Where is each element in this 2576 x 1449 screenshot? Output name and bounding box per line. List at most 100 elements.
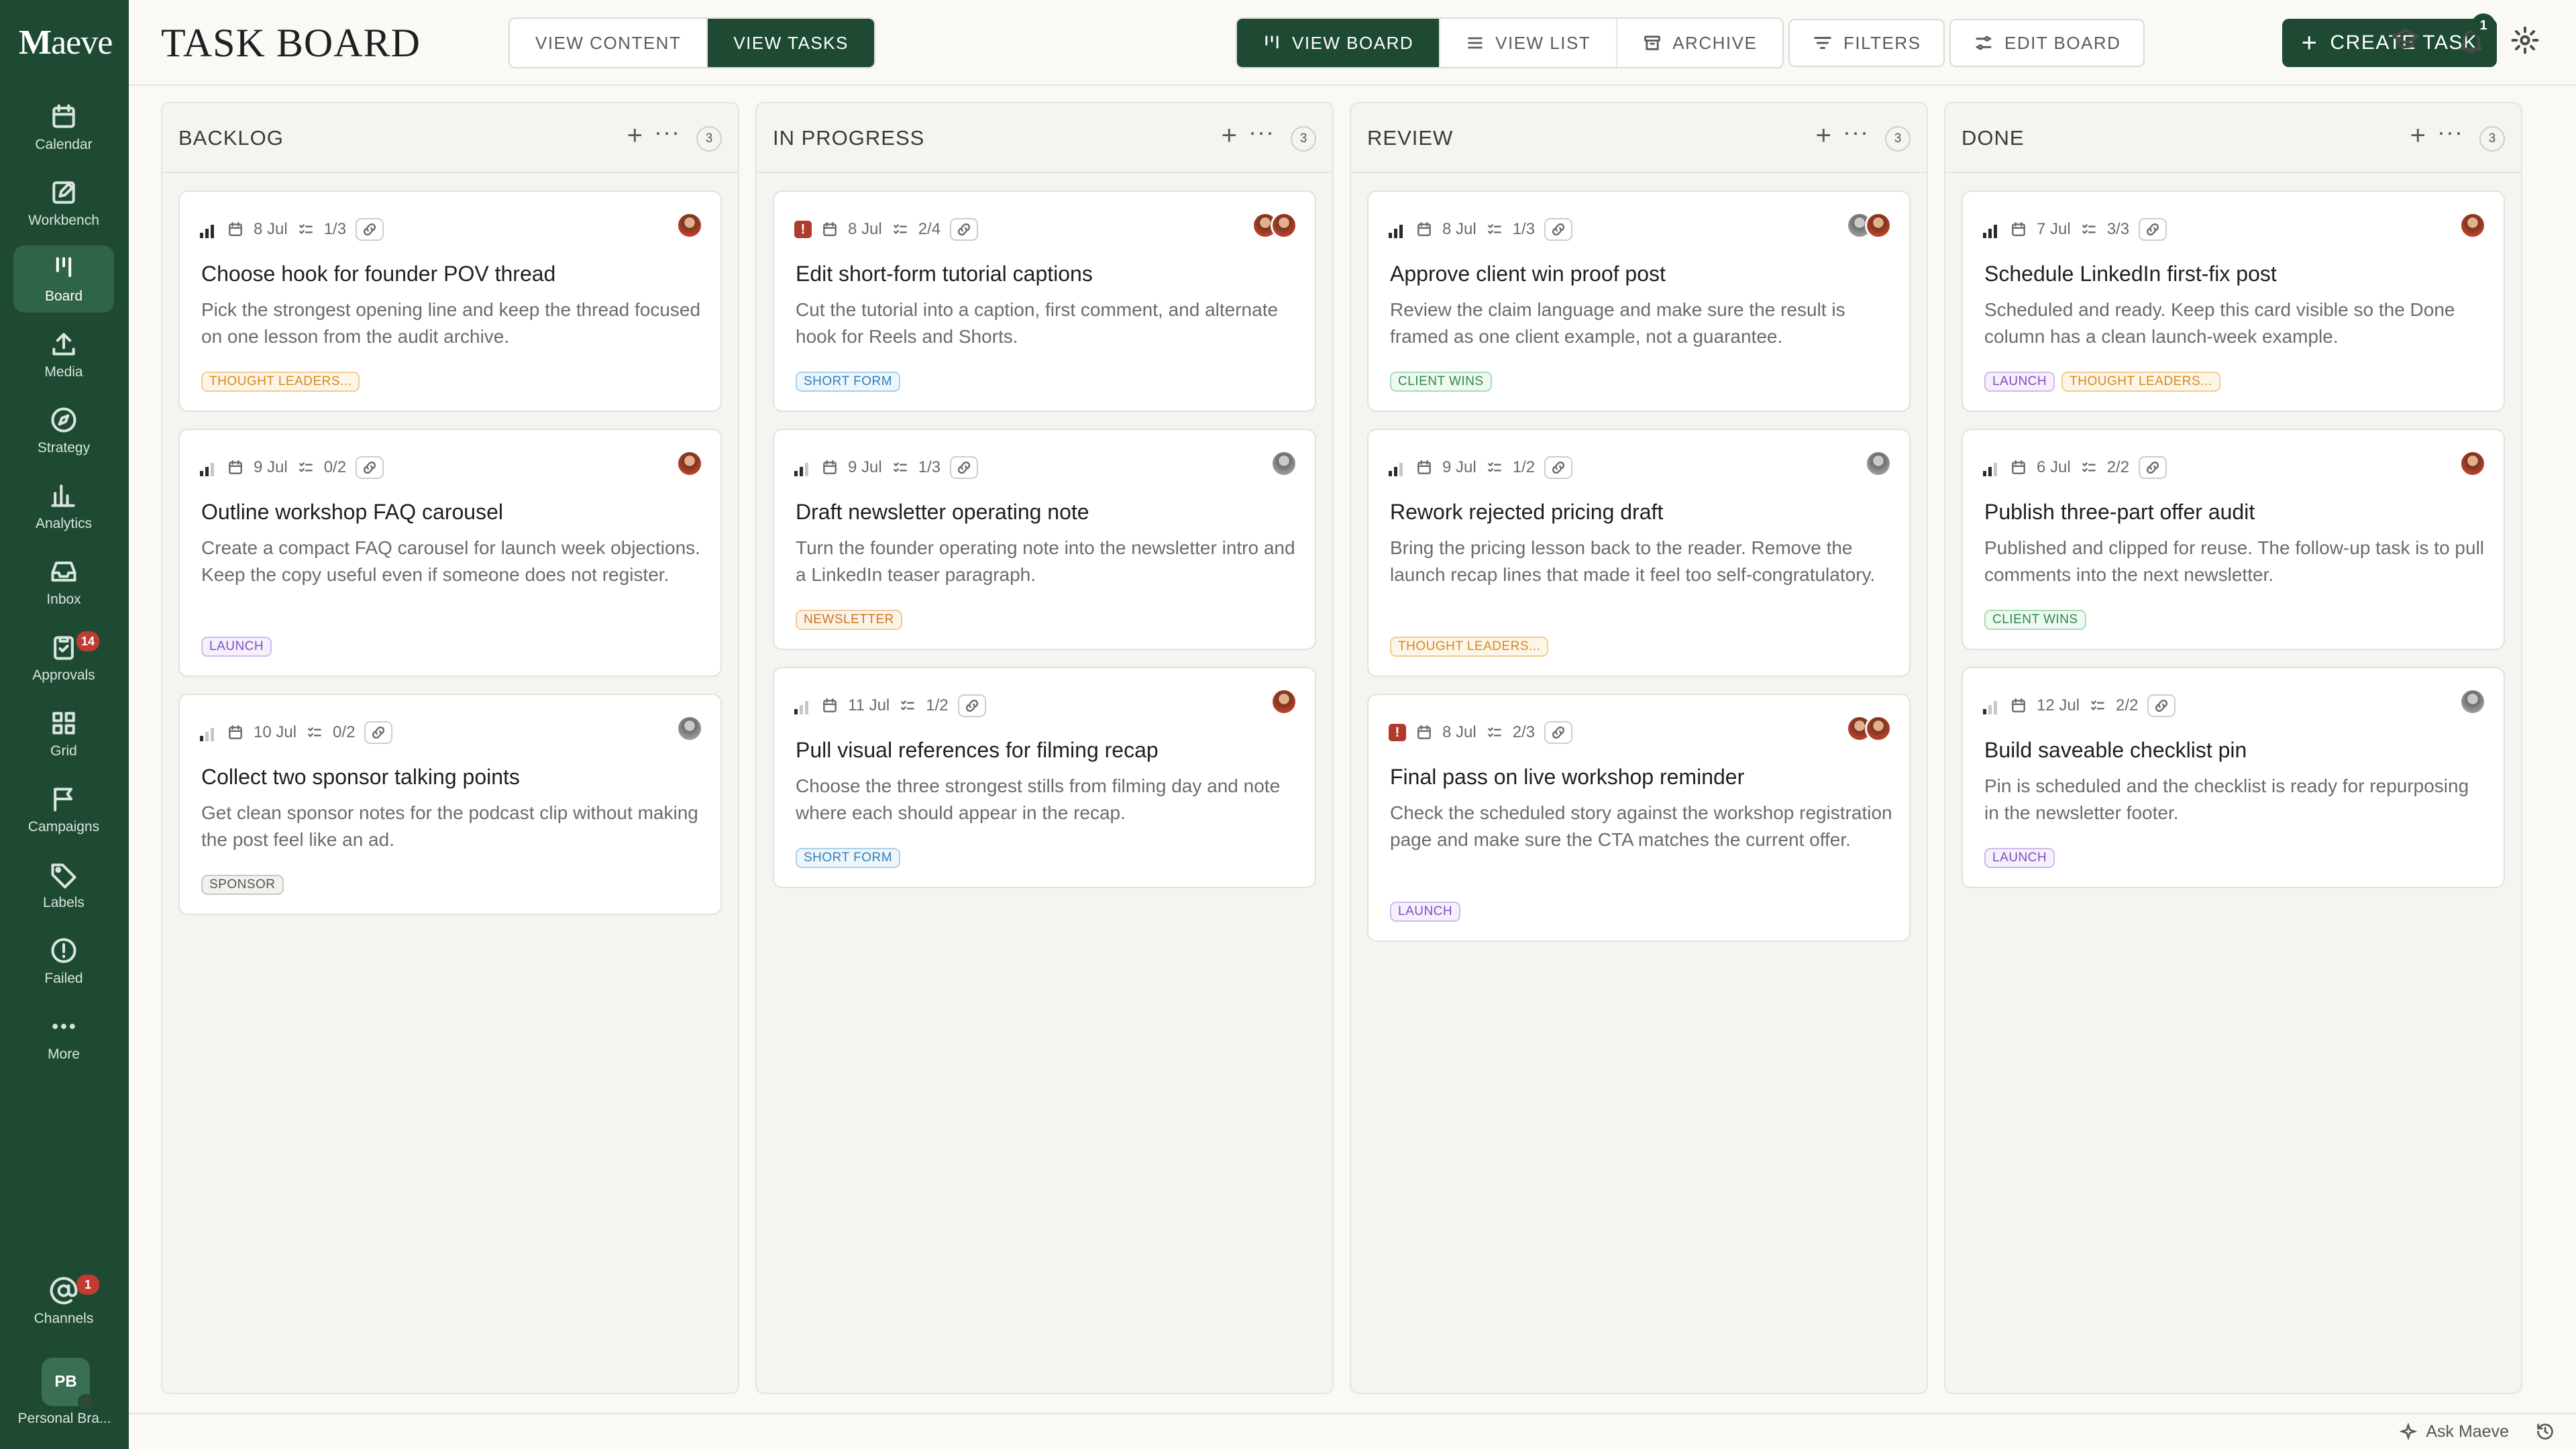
sidebar-item-labels[interactable]: Labels xyxy=(13,852,114,919)
history-button[interactable] xyxy=(2536,1422,2555,1444)
label-tag[interactable]: SHORT FORM xyxy=(796,848,901,868)
ask-maeve-button[interactable]: Ask Maeve xyxy=(2399,1422,2509,1442)
settings-button[interactable] xyxy=(2510,25,2545,60)
link-button[interactable] xyxy=(950,456,979,479)
calendar-icon xyxy=(1417,725,1431,739)
assignee-avatar[interactable] xyxy=(676,450,703,477)
checklist-icon xyxy=(2082,462,2096,472)
sidebar-item-channels[interactable]: Channels 1 xyxy=(13,1268,114,1335)
label-tag[interactable]: LAUNCH xyxy=(1984,848,2055,868)
assignee-avatar[interactable] xyxy=(2459,212,2486,239)
task-card[interactable]: 9 Jul 0/2 Outline workshop FAQ carousel … xyxy=(178,429,722,677)
task-card[interactable]: 8 Jul 1/3 Approve client win proof post … xyxy=(1367,191,1911,412)
approvals-badge: 14 xyxy=(76,631,99,651)
app-logo[interactable]: Maeve xyxy=(19,23,113,62)
filters-button[interactable]: FILTERS xyxy=(1788,19,1945,67)
assignee-avatar[interactable] xyxy=(2459,688,2486,715)
sidebar-item-analytics[interactable]: Analytics xyxy=(13,473,114,540)
sidebar-item-workbench[interactable]: Workbench xyxy=(13,170,114,237)
assignee-avatar[interactable] xyxy=(1271,212,1297,239)
sidebar-item-label: More xyxy=(48,1046,80,1062)
column-menu-button[interactable]: ··· xyxy=(2437,118,2463,146)
link-icon xyxy=(364,223,376,236)
label-tag[interactable]: LAUNCH xyxy=(1984,372,2055,392)
sidebar-item-board[interactable]: Board xyxy=(13,246,114,313)
task-card[interactable]: 8 Jul 1/3 Choose hook for founder POV th… xyxy=(178,191,722,412)
link-icon xyxy=(1552,726,1565,739)
sidebar-item-strategy[interactable]: Strategy xyxy=(13,397,114,464)
learn-button[interactable] xyxy=(2391,25,2426,60)
link-button[interactable] xyxy=(1544,218,1573,241)
archive-button[interactable]: ARCHIVE xyxy=(1617,19,1782,67)
due-date: 8 Jul xyxy=(848,220,882,238)
add-card-button[interactable]: + xyxy=(2410,122,2426,149)
link-button[interactable] xyxy=(1544,721,1573,744)
link-button[interactable] xyxy=(356,218,384,241)
assignee-avatar[interactable] xyxy=(1271,688,1297,715)
link-button[interactable] xyxy=(2139,456,2167,479)
label-tag[interactable]: CLIENT WINS xyxy=(1390,372,1492,392)
card-description: Review the claim language and make sure … xyxy=(1390,299,1845,347)
assignee-avatar[interactable] xyxy=(2459,450,2486,477)
label-tag[interactable]: CLIENT WINS xyxy=(1984,610,2086,630)
task-card[interactable]: ! 8 Jul 2/3 Final pass on live workshop … xyxy=(1367,694,1911,942)
task-card[interactable]: 7 Jul 3/3 Schedule LinkedIn first-fix po… xyxy=(1962,191,2505,412)
label-tag[interactable]: LAUNCH xyxy=(201,637,272,657)
link-button[interactable] xyxy=(1544,456,1573,479)
flag-icon xyxy=(54,788,73,812)
profile-avatar[interactable]: PB xyxy=(42,1358,94,1410)
checklist-progress: 0/2 xyxy=(333,723,356,741)
link-button[interactable] xyxy=(950,218,979,241)
add-card-button[interactable]: + xyxy=(627,122,643,149)
sidebar-item-more[interactable]: More xyxy=(13,1004,114,1071)
sidebar-item-inbox[interactable]: Inbox xyxy=(13,549,114,616)
label-tag[interactable]: THOUGHT LEADERS... xyxy=(201,372,360,392)
assignee-avatar[interactable] xyxy=(1865,450,1892,477)
label-tag[interactable]: THOUGHT LEADERS... xyxy=(1390,637,1549,657)
sidebar-item-grid[interactable]: Grid xyxy=(13,700,114,767)
view-tasks-button[interactable]: VIEW TASKS xyxy=(708,19,874,67)
label-tag[interactable]: THOUGHT LEADERS... xyxy=(2061,372,2220,392)
view-board-button[interactable]: VIEW BOARD xyxy=(1237,19,1441,67)
view-list-button[interactable]: VIEW LIST xyxy=(1440,19,1618,67)
link-button[interactable] xyxy=(2147,694,2176,717)
label-tag[interactable]: NEWSLETTER xyxy=(796,610,902,630)
label-tag[interactable]: SPONSOR xyxy=(201,875,284,895)
sidebar-item-label: Strategy xyxy=(37,440,91,455)
edit-board-button[interactable]: EDIT BOARD xyxy=(1949,19,2145,67)
column-menu-button[interactable]: ··· xyxy=(1843,118,1869,146)
task-card[interactable]: 11 Jul 1/2 Pull visual references for fi… xyxy=(773,667,1316,888)
link-button[interactable] xyxy=(2139,218,2167,241)
assignee-avatar[interactable] xyxy=(1271,450,1297,477)
task-card[interactable]: 6 Jul 2/2 Publish three-part offer audit… xyxy=(1962,429,2505,650)
assignee-avatar[interactable] xyxy=(676,212,703,239)
column-header: IN PROGRESS + ··· 3 xyxy=(757,103,1332,173)
assignee-avatar[interactable] xyxy=(1865,212,1892,239)
sidebar-item-campaigns[interactable]: Campaigns xyxy=(13,776,114,843)
assignee-avatar[interactable] xyxy=(676,715,703,742)
label-tag[interactable]: LAUNCH xyxy=(1390,902,1461,922)
link-button[interactable] xyxy=(957,694,986,717)
add-card-button[interactable]: + xyxy=(1816,122,1831,149)
label-tag[interactable]: SHORT FORM xyxy=(796,372,901,392)
sidebar-item-calendar[interactable]: Calendar xyxy=(13,94,114,161)
sidebar-item-media[interactable]: Media xyxy=(13,321,114,388)
sidebar-item-failed[interactable]: Failed xyxy=(13,928,114,995)
column-menu-button[interactable]: ··· xyxy=(654,118,680,146)
task-card[interactable]: 10 Jul 0/2 Collect two sponsor talking p… xyxy=(178,694,722,915)
card-meta: 6 Jul 2/2 xyxy=(1983,454,2167,481)
view-content-button[interactable]: VIEW CONTENT xyxy=(510,19,708,67)
sidebar-item-approvals[interactable]: Approvals 14 xyxy=(13,625,114,692)
task-card[interactable]: 9 Jul 1/3 Draft newsletter operating not… xyxy=(773,429,1316,650)
task-card[interactable]: 12 Jul 2/2 Build saveable checklist pin … xyxy=(1962,667,2505,888)
link-button[interactable] xyxy=(356,456,384,479)
notifications-button[interactable]: 1 xyxy=(2457,13,2496,60)
column-menu-button[interactable]: ··· xyxy=(1248,118,1275,146)
sidebar-item-label: Channels xyxy=(34,1311,94,1326)
task-card[interactable]: ! 8 Jul 2/4 Edit short-form tutorial cap… xyxy=(773,191,1316,412)
assignee-avatar[interactable] xyxy=(1865,715,1892,742)
task-card[interactable]: 9 Jul 1/2 Rework rejected pricing draft … xyxy=(1367,429,1911,677)
sidebar-item-label: Inbox xyxy=(46,592,81,607)
link-button[interactable] xyxy=(364,721,393,744)
add-card-button[interactable]: + xyxy=(1222,122,1237,149)
